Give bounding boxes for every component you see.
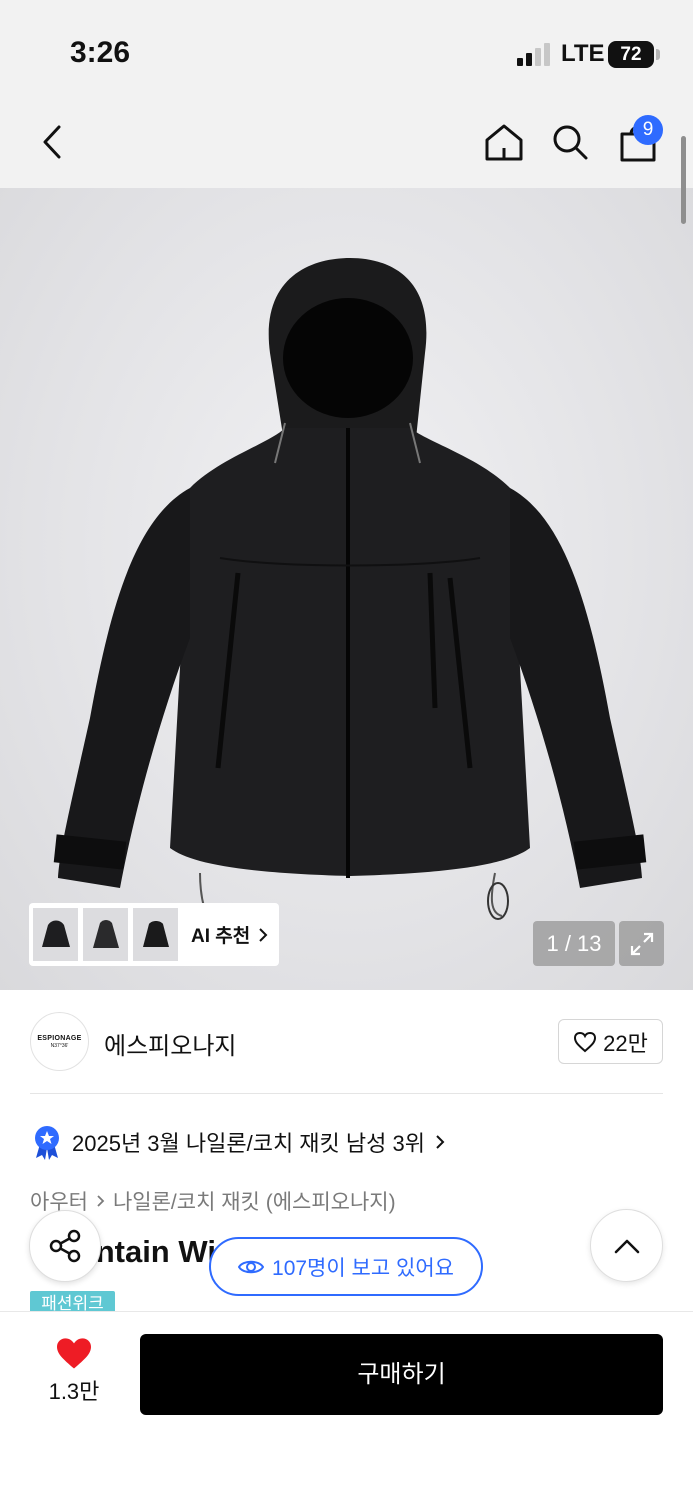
- signal-icon: [517, 42, 553, 66]
- battery-cap: [656, 49, 660, 60]
- search-button[interactable]: [546, 118, 594, 166]
- product-photo: [53, 258, 647, 924]
- product-image-gallery[interactable]: AI 추천: [0, 188, 693, 990]
- breadcrumb: 아우터 나일론/코치 재킷 (에스피오나지): [30, 1186, 396, 1216]
- ai-recommend-label: AI 추천: [191, 926, 251, 947]
- brand-like-button[interactable]: 22만: [558, 1019, 663, 1064]
- cart-count-badge: 9: [633, 115, 663, 145]
- expand-button[interactable]: [619, 921, 664, 966]
- thumbnail-3[interactable]: [133, 908, 178, 961]
- viewers-indicator: 107명이 보고 있어요: [209, 1237, 483, 1296]
- chevron-right-icon: [436, 1135, 445, 1149]
- back-button[interactable]: [28, 118, 76, 166]
- ranking-text: 2025년 3월 나일론/코치 재킷 남성 3위: [72, 1131, 425, 1156]
- share-button[interactable]: [29, 1210, 101, 1282]
- wishlist-button[interactable]: 1.3만: [40, 1336, 108, 1406]
- buy-button[interactable]: 구매하기: [140, 1334, 663, 1415]
- wishlist-count: 1.3만: [48, 1379, 100, 1404]
- medal-icon: [35, 1126, 59, 1160]
- home-button[interactable]: [480, 118, 528, 166]
- chevron-right-icon: [97, 1195, 105, 1207]
- search-icon: [553, 125, 588, 160]
- home-icon: [485, 124, 523, 161]
- scroll-indicator[interactable]: [681, 136, 686, 224]
- battery-icon: 72: [608, 41, 654, 68]
- nav-bar: [0, 100, 693, 188]
- brand-logo[interactable]: ESPIONAGE N37°36': [30, 1012, 89, 1071]
- thumbnail-2[interactable]: [83, 908, 128, 961]
- ranking-row[interactable]: 2025년 3월 나일론/코치 재킷 남성 3위: [32, 1124, 445, 1160]
- heart-filled-icon: [57, 1338, 91, 1369]
- brand-logo-text: ESPIONAGE: [37, 1034, 82, 1042]
- ai-recommendation-strip[interactable]: AI 추천: [29, 903, 279, 966]
- divider: [30, 1093, 663, 1094]
- share-icon: [49, 1229, 81, 1263]
- viewers-text: 107명이 보고 있어요: [272, 1256, 454, 1280]
- heart-outline-icon: [574, 1031, 597, 1052]
- scroll-top-button[interactable]: [590, 1209, 663, 1282]
- status-bar: 3:26 LTE 72: [0, 0, 693, 100]
- eye-icon: [238, 1260, 265, 1273]
- back-icon: [43, 125, 61, 159]
- network-label: LTE: [561, 40, 605, 67]
- brand-logo-subtext: N37°36': [50, 1042, 69, 1049]
- chevron-right-icon: [259, 927, 268, 942]
- expand-icon: [630, 932, 653, 955]
- brand-name[interactable]: 에스피오나지: [104, 1026, 236, 1061]
- thumbnail-1[interactable]: [33, 908, 78, 961]
- breadcrumb-subcategory[interactable]: 나일론/코치 재킷 (에스피오나지): [113, 1186, 396, 1216]
- chevron-up-icon: [614, 1239, 639, 1253]
- brand-like-count: 22만: [603, 1030, 648, 1056]
- image-page-counter: 1 / 13: [533, 921, 615, 966]
- status-time: 3:26: [70, 36, 131, 69]
